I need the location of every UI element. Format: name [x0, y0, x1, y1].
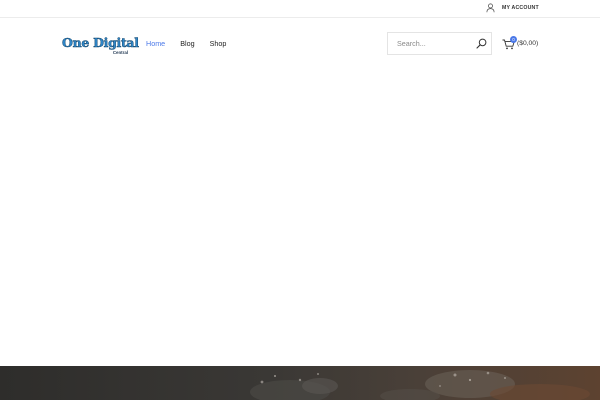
nav-home[interactable]: Home — [146, 39, 165, 48]
search-input[interactable] — [388, 33, 472, 54]
my-account-label: MY ACCOUNT — [502, 5, 539, 11]
cart-link[interactable]: 0 ($0,00) — [502, 36, 542, 52]
search-form — [387, 32, 492, 55]
logo-main-text: One Digital — [62, 35, 139, 51]
hero-banner-image — [0, 366, 600, 400]
cart-count-badge: 0 — [510, 36, 517, 43]
nav-blog[interactable]: Blog — [180, 39, 194, 48]
user-icon — [486, 3, 495, 13]
search-icon — [476, 38, 487, 49]
main-nav: Home Blog Shop — [146, 39, 226, 48]
search-button[interactable] — [476, 38, 487, 49]
logo-sub-text: Central — [112, 50, 128, 55]
nav-shop[interactable]: Shop — [210, 39, 227, 48]
cart-total: ($0,00) — [517, 40, 539, 47]
site-header: One Digital Central Home Blog Shop 0 ($0… — [0, 19, 600, 67]
site-logo[interactable]: One Digital Central — [62, 35, 139, 57]
top-bar: MY ACCOUNT — [0, 0, 600, 18]
my-account-link[interactable]: MY ACCOUNT — [486, 3, 539, 13]
